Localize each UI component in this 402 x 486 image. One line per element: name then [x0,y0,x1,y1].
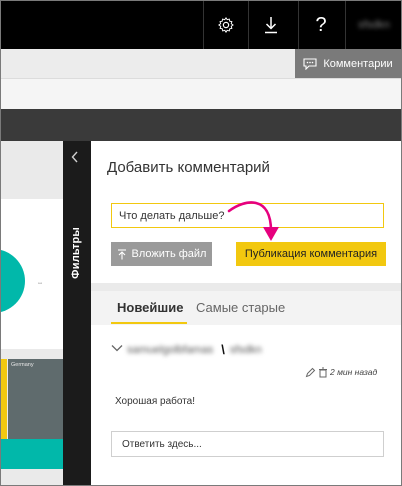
reply-input[interactable]: Ответить здесь... [111,431,384,457]
chevron-down-icon[interactable] [111,341,123,355]
treemap-tile-germany[interactable] [8,359,63,439]
comments-panel: Добавить комментарий Что делать дальше? … [91,141,401,485]
attach-file-label: Вложить файл [131,248,207,260]
comment-icon [303,57,317,70]
download-icon [265,17,277,34]
comment-author: samuelgolbfamas \ sfsdkn [127,342,262,357]
author-name-part2: sfsdkn [229,343,262,356]
comment-thread-section: Новейшие Самые старые samuelgolbfamas \ … [91,291,401,485]
edit-icon[interactable] [305,365,316,383]
tab-newest[interactable]: Новейшие [117,300,183,315]
comments-button-label: Комментарии [323,57,393,70]
chevron-left-icon[interactable] [71,151,79,166]
comment-actions [305,365,328,383]
help-button[interactable]: ? [298,1,343,49]
upload-icon [117,248,126,259]
secondary-bar [1,79,401,109]
comment-timestamp: 2 мин назад [330,367,378,377]
active-tab-indicator [111,322,187,324]
tab-oldest[interactable]: Самые старые [196,300,285,315]
user-name: sfsdkn [358,19,390,31]
top-bar: ? sfsdkn [1,1,401,49]
report-canvas: ꟷ Germany [1,141,63,485]
annotation-arrow [227,201,279,241]
attach-file-button[interactable]: Вложить файл [111,242,212,266]
download-button[interactable] [248,1,293,49]
filters-pane[interactable]: Фильтры [63,141,91,485]
comments-button[interactable]: Комментарии [295,49,401,78]
dark-strip [1,109,401,141]
author-name-part1: samuelgolbfamas [127,343,217,356]
gear-icon [218,17,234,34]
sort-tabs: Новейшие Самые старые [91,291,401,325]
settings-button[interactable] [203,1,248,49]
app-window: ? sfsdkn Комментарии ꟷ Germany Фильтры Д… [0,0,402,486]
author-separator: \ [221,342,225,357]
user-account-button[interactable]: sfsdkn [345,1,401,49]
filters-label: Фильтры [70,227,82,279]
chart-tick-mark: ꟷ [38,281,43,287]
add-comment-title: Добавить комментарий [107,159,270,176]
delete-icon[interactable] [318,365,328,383]
help-icon: ? [315,13,327,36]
treemap-tile-label: Germany [11,362,34,368]
treemap-tile-yellow[interactable] [1,359,7,439]
comment-text: Хорошая работа! [115,396,196,407]
treemap-tile-teal[interactable] [1,439,63,469]
report-toolbar: Комментарии [1,49,401,79]
